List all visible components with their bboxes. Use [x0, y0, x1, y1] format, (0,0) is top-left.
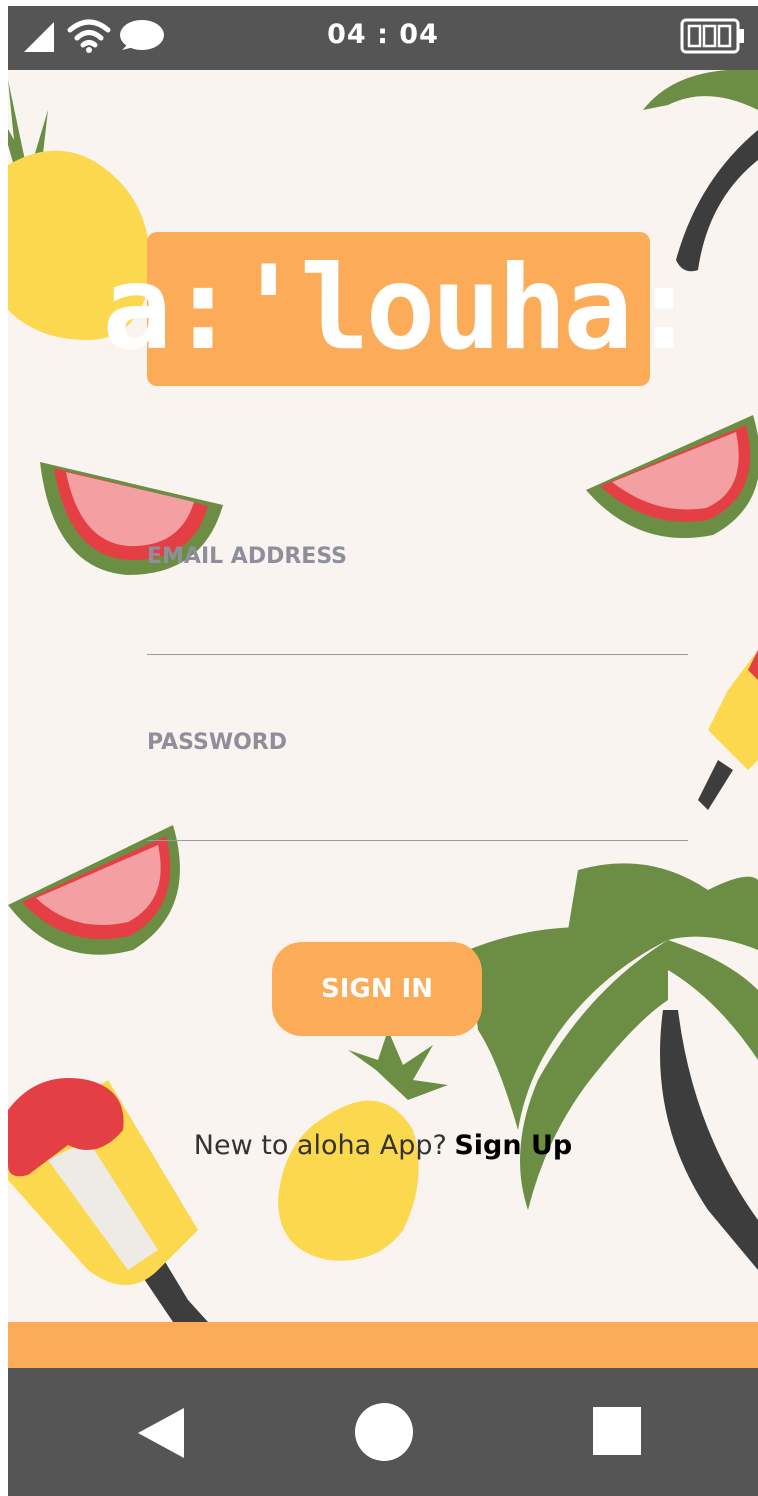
popsicle-illustration — [698, 650, 758, 810]
footer-accent-bar — [8, 1322, 758, 1368]
sign-up-link[interactable]: Sign Up — [454, 1130, 572, 1161]
navigation-bar — [8, 1368, 758, 1496]
recents-icon[interactable] — [592, 1406, 642, 1456]
app-logo: a:'louha: — [102, 232, 699, 386]
watermelon-slice-illustration — [8, 825, 180, 955]
password-label: PASSWORD — [147, 730, 288, 755]
back-icon[interactable] — [136, 1406, 188, 1460]
email-field[interactable] — [147, 610, 688, 655]
clock: 04 : 04 — [327, 19, 439, 50]
sign-in-button[interactable]: SIGN IN — [272, 942, 482, 1036]
ice-cream-popsicle-illustration — [8, 1078, 208, 1322]
signup-prompt-row: New to aloha App? Sign Up — [8, 1130, 758, 1161]
home-icon[interactable] — [354, 1402, 414, 1462]
watermelon-slice-illustration — [586, 415, 758, 538]
battery-icon — [680, 18, 744, 54]
password-field[interactable] — [147, 796, 688, 841]
signup-prompt-text: New to aloha App? — [193, 1130, 447, 1161]
palm-tree-illustration — [468, 863, 758, 1270]
phone-screen: 04 : 04 a:'louha: EMAIL ADDRESS PASSWORD… — [8, 6, 758, 1496]
email-label: EMAIL ADDRESS — [147, 544, 348, 569]
status-bar: 04 : 04 — [8, 6, 758, 70]
login-screen: a:'louha: EMAIL ADDRESS PASSWORD SIGN IN… — [8, 70, 758, 1322]
